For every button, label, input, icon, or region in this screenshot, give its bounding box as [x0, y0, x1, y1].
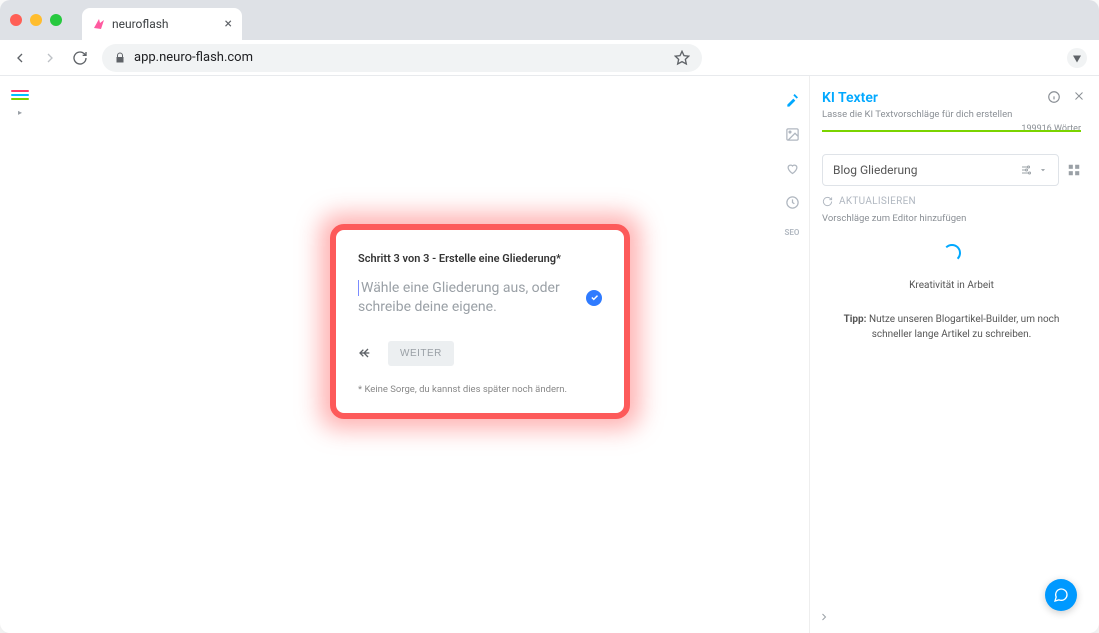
app-left-rail: ▸: [0, 76, 40, 633]
outline-placeholder: Wähle eine Gliederung aus, oder schreibe…: [358, 280, 560, 315]
maximize-window-button[interactable]: [50, 14, 62, 26]
dialog-title: Schritt 3 von 3 - Erstelle eine Gliederu…: [358, 252, 602, 265]
browser-window: neuroflash × app.neuro-flash.com: [0, 0, 1099, 633]
tip-body: Nutze unseren Blogartikel-Builder, um no…: [867, 314, 1060, 340]
tab-favicon: [92, 17, 106, 31]
right-panel: KI Texter Lasse die KI Textvorschläge fü…: [809, 76, 1099, 633]
panel-title: KI Texter: [822, 90, 1081, 106]
magic-wand-icon[interactable]: [784, 92, 800, 108]
sliders-icon: [1020, 164, 1032, 176]
panel-subtitle: Lasse die KI Textvorschläge für dich ers…: [822, 109, 1081, 120]
close-tab-icon[interactable]: ×: [225, 16, 232, 32]
chat-bubble-icon: [1053, 587, 1069, 603]
tip-text: Tipp: Nutze unseren Blogartikel-Builder,…: [822, 313, 1081, 342]
expand-rail-icon[interactable]: ▸: [18, 108, 22, 117]
dialog-back-icon[interactable]: [358, 345, 374, 361]
dialog-footnote: * Keine Sorge, du kannst dies später noc…: [358, 384, 602, 395]
refresh-label: AKTUALISIEREN: [839, 196, 916, 207]
usage-progress: [822, 130, 1081, 132]
refresh-button[interactable]: AKTUALISIEREN: [822, 196, 1081, 207]
profile-avatar[interactable]: [1067, 48, 1087, 68]
close-panel-icon[interactable]: [1073, 90, 1085, 104]
tab-title: neuroflash: [112, 17, 169, 31]
forward-icon: [42, 50, 58, 66]
help-fab-button[interactable]: [1045, 579, 1077, 611]
word-count: 199916 Wörter: [1021, 124, 1081, 134]
heart-cloud-icon[interactable]: [784, 160, 800, 176]
page-body: ▸ Schritt 3 von 3 - Erstelle eine Gliede…: [0, 76, 1099, 633]
back-icon[interactable]: [12, 50, 28, 66]
url-text: app.neuro-flash.com: [134, 50, 253, 65]
outline-input[interactable]: Wähle eine Gliederung aus, oder schreibe…: [358, 279, 578, 317]
loading-spinner-icon: [943, 244, 961, 262]
seo-tab[interactable]: SEO: [785, 228, 800, 237]
history-icon[interactable]: [784, 194, 800, 210]
tip-label: Tipp:: [844, 314, 867, 325]
grid-view-icon[interactable]: [1067, 163, 1081, 177]
browser-tab[interactable]: neuroflash ×: [82, 8, 242, 40]
chevron-down-icon: [1038, 165, 1048, 175]
confirm-check-icon[interactable]: [586, 290, 602, 306]
panel-hint: Vorschläge zum Editor hinzufügen: [822, 213, 1081, 224]
template-select-value: Blog Gliederung: [833, 163, 918, 177]
tab-strip: neuroflash ×: [0, 0, 1099, 40]
tool-rail: SEO: [775, 76, 809, 633]
image-icon[interactable]: [784, 126, 800, 142]
info-icon[interactable]: [1047, 90, 1061, 104]
app-logo-icon[interactable]: [11, 90, 29, 104]
url-input[interactable]: app.neuro-flash.com: [102, 44, 702, 72]
step-dialog: Schritt 3 von 3 - Erstelle eine Gliederu…: [330, 224, 630, 419]
bookmark-star-icon[interactable]: [674, 50, 690, 66]
lock-icon: [114, 52, 126, 64]
close-window-button[interactable]: [10, 14, 22, 26]
address-bar: app.neuro-flash.com: [0, 40, 1099, 76]
refresh-icon: [822, 196, 833, 207]
window-controls: [10, 0, 82, 40]
template-select[interactable]: Blog Gliederung: [822, 154, 1059, 186]
collapse-panel-icon[interactable]: [818, 611, 830, 623]
spinner-label: Kreativität in Arbeit: [909, 280, 994, 291]
main-area: Schritt 3 von 3 - Erstelle eine Gliederu…: [40, 76, 775, 633]
reload-icon[interactable]: [72, 50, 88, 66]
minimize-window-button[interactable]: [30, 14, 42, 26]
continue-button[interactable]: WEITER: [388, 341, 454, 366]
